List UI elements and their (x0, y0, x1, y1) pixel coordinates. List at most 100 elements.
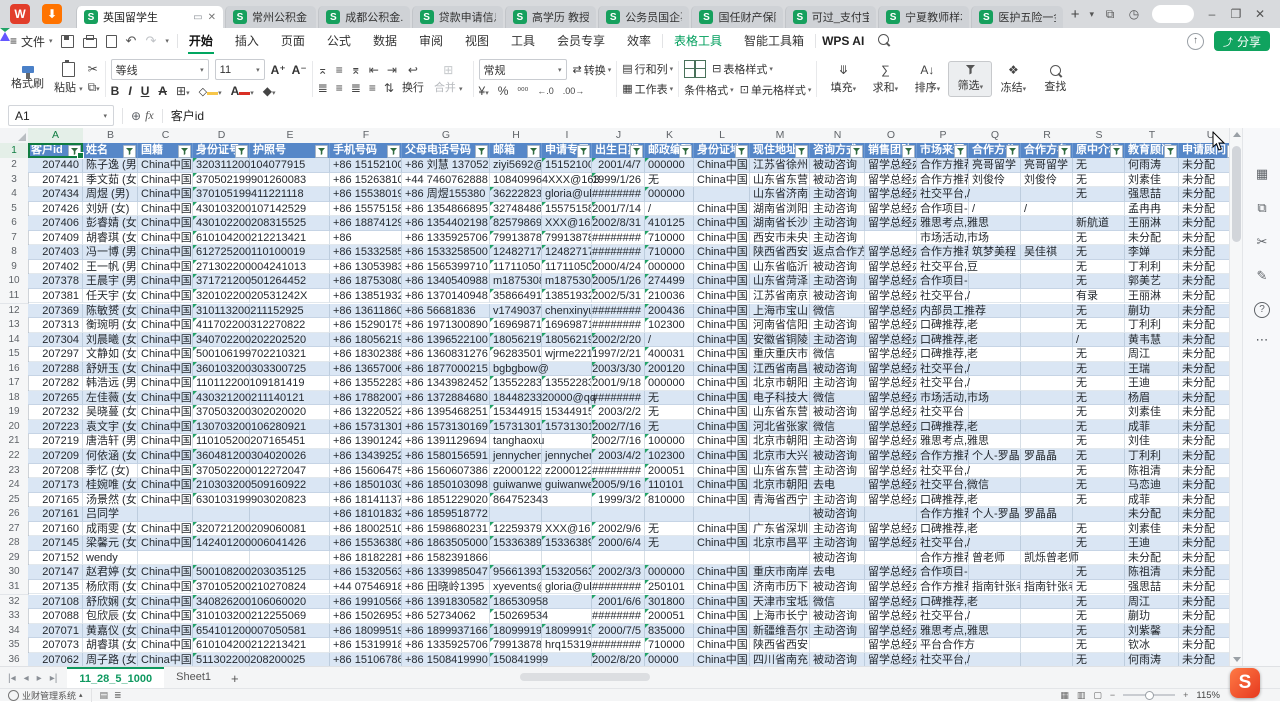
cell[interactable]: 桂婉唯 (女 (83, 478, 138, 493)
cell[interactable]: 马恋迪 (1125, 478, 1179, 493)
cell[interactable]: 124827175 (542, 245, 592, 260)
cell[interactable]: 蒯玏 (1125, 304, 1179, 319)
cell[interactable]: 合作项目- (917, 202, 969, 217)
cell[interactable]: 无 (1073, 609, 1125, 624)
layout-mode-icon[interactable]: ⧉ (1098, 7, 1122, 22)
cell[interactable]: 153363896 (490, 536, 542, 551)
cell[interactable]: 合作方推荐 (917, 158, 969, 173)
cell[interactable]: +86 1851229020 (402, 493, 490, 508)
menu-item-审阅[interactable]: 审阅 (408, 29, 454, 54)
cell[interactable]: ######## (592, 187, 645, 202)
cell[interactable]: China中国 (138, 318, 193, 333)
cell[interactable]: China中国 (694, 347, 750, 362)
cell[interactable]: 钦冰 (1125, 638, 1179, 653)
cell[interactable] (1021, 464, 1073, 479)
cell[interactable] (865, 507, 917, 522)
cell[interactable]: 169698712 (542, 318, 592, 333)
cell[interactable]: 衡琬明 (女 (83, 318, 138, 333)
cell[interactable]: 留学总经办 (865, 493, 917, 508)
new-tab-button[interactable]: + (1065, 6, 1086, 23)
cell[interactable]: 主动咨询 (810, 187, 865, 202)
cell[interactable]: 赵君婷 (女 (83, 565, 138, 580)
cell[interactable]: 370502199901260083 (193, 173, 250, 188)
table-header-C[interactable]: 国籍 (138, 143, 193, 158)
cell[interactable]: 微信 (810, 304, 865, 319)
cell[interactable]: m1875308@ (542, 274, 592, 289)
cell[interactable] (1021, 216, 1073, 231)
cell[interactable] (490, 551, 542, 566)
cell[interactable]: 2001/7/14 (592, 202, 645, 217)
cell[interactable]: 180562199 (542, 333, 592, 348)
save-icon[interactable] (61, 35, 74, 48)
cell[interactable]: 102300 (645, 449, 694, 464)
cell[interactable]: +86 15290175 (330, 318, 402, 333)
sheet-tab-Sheet1[interactable]: Sheet1 (164, 667, 223, 688)
cell[interactable]: 360103200303300725 (193, 362, 250, 377)
cell[interactable]: 207378 (28, 274, 83, 289)
tab-list-chevron-icon[interactable]: ▾ (1085, 9, 1098, 20)
align-center-icon[interactable]: ≡ (336, 81, 343, 95)
cell[interactable]: +86 1360831276 (402, 347, 490, 362)
cell[interactable]: 153449155xxx@163.c (542, 405, 592, 420)
italic-button[interactable]: I (128, 84, 131, 98)
font-color-icon[interactable]: A▾ (231, 84, 254, 98)
cell[interactable]: 207147 (28, 565, 83, 580)
cell[interactable]: / (645, 333, 694, 348)
cell[interactable]: 151521001 (542, 158, 592, 173)
cell[interactable]: 207165 (28, 493, 83, 508)
cell[interactable]: 广东省深圳 (750, 522, 810, 537)
cell[interactable]: 强思喆 (1125, 187, 1179, 202)
cell[interactable]: 2001/4/7 (592, 158, 645, 173)
table-row[interactable]: 207426刘妍 (女)China中国430103200107142529+86… (28, 202, 1242, 217)
cell[interactable] (542, 507, 592, 522)
cell[interactable]: 季忆 (女) (83, 464, 138, 479)
cell[interactable]: tanghaoxu (490, 434, 542, 449)
cell[interactable]: 710000 (645, 231, 694, 246)
cell[interactable]: 207402 (28, 260, 83, 275)
cell[interactable] (1021, 405, 1073, 420)
cell[interactable]: 周江 (1125, 347, 1179, 362)
table-row[interactable]: 207232吴晓蔓 (女China中国370503200302020020+86… (28, 405, 1242, 420)
cell[interactable]: 130703200106280921 (193, 420, 250, 435)
table-row[interactable]: 207062周子路 (女China中国511302200208200025+86… (28, 653, 1242, 666)
cell[interactable]: 153363896 (542, 536, 592, 551)
cell[interactable]: China中国 (694, 289, 750, 304)
cell[interactable]: 835000 (645, 624, 694, 639)
table-header-B[interactable]: 姓名 (83, 143, 138, 158)
filter-button[interactable]: 筛选▾ (948, 61, 992, 97)
cell[interactable]: jennychen@ (542, 449, 592, 464)
cell[interactable]: 207406 (28, 216, 83, 231)
cell[interactable]: 有录 (1073, 289, 1125, 304)
cell[interactable]: 去电 (810, 565, 865, 580)
cell[interactable]: 371721200501264452 (193, 274, 250, 289)
cell[interactable]: z20001227 (542, 464, 592, 479)
cell[interactable]: 110101 (645, 478, 694, 493)
cell[interactable]: 无 (645, 420, 694, 435)
cell[interactable] (1021, 638, 1073, 653)
cell[interactable]: 被动咨询 (810, 405, 865, 420)
cell[interactable]: +86 1391830582 (402, 595, 490, 610)
share-button[interactable]: ⤴ 分享 (1214, 31, 1270, 51)
cell[interactable]: 郭美艺 (1125, 274, 1179, 289)
cell[interactable]: 2002/8/31 (592, 216, 645, 231)
add-sheet-button[interactable]: + (223, 671, 247, 686)
column-header-D[interactable]: D (193, 128, 251, 144)
cell[interactable]: China中国 (138, 420, 193, 435)
cell[interactable]: jennychen (490, 449, 542, 464)
cell[interactable]: 主动咨询 (810, 624, 865, 639)
cell[interactable] (969, 464, 1021, 479)
sum-button[interactable]: ∑ 求和▾ (864, 60, 906, 98)
cell[interactable]: 主动咨询 (810, 376, 865, 391)
decrease-font-icon[interactable]: A⁻ (292, 63, 307, 77)
cell[interactable]: ######## (592, 609, 645, 624)
cell[interactable]: 无 (1073, 260, 1125, 275)
cell[interactable]: 155751588 (542, 202, 592, 217)
cell[interactable]: 无 (1073, 536, 1125, 551)
cell[interactable] (1021, 231, 1073, 246)
row-header-21[interactable]: 21 (0, 434, 29, 450)
cell[interactable]: +86 19910568 (330, 595, 402, 610)
column-header-J[interactable]: J (592, 128, 646, 144)
vertical-scrollbar[interactable] (1229, 128, 1243, 666)
cell[interactable]: China中国 (138, 304, 193, 319)
rows-columns-button[interactable]: ▤ 行和列▾ (622, 61, 673, 77)
